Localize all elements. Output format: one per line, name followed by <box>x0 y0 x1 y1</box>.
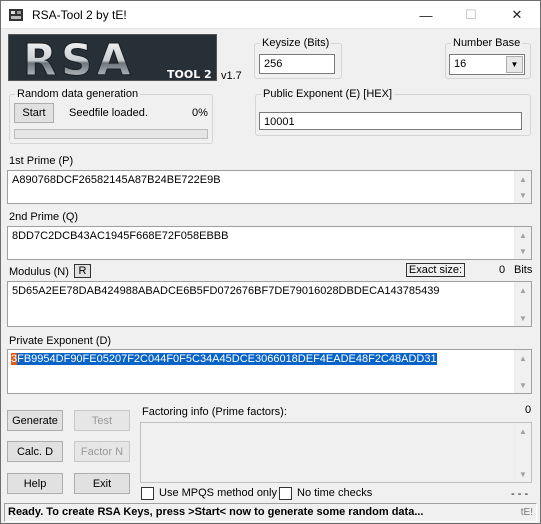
prime-p-scrollbar[interactable]: ▲ ▼ <box>514 171 531 203</box>
modulus-label: Modulus (N) <box>9 266 69 278</box>
svg-text:RSA: RSA <box>23 35 135 81</box>
modulus-r-button[interactable]: R <box>74 264 91 278</box>
private-exponent-label: Private Exponent (D) <box>9 335 112 347</box>
calc-d-button[interactable]: Calc. D <box>7 441 63 462</box>
scroll-down-icon[interactable]: ▼ <box>515 310 531 326</box>
close-button[interactable]: ✕ <box>494 1 540 29</box>
factoring-label: Factoring info (Prime factors): <box>142 406 287 418</box>
random-data-label: Random data generation <box>15 87 141 101</box>
title-bar: RSA-Tool 2 by tE! — ☐ ✕ <box>1 1 540 29</box>
status-signature: tE! <box>520 507 533 518</box>
random-progress-bar <box>14 129 208 139</box>
number-base-value: 16 <box>454 58 467 70</box>
scroll-up-icon[interactable]: ▲ <box>515 171 531 187</box>
random-percent: 0% <box>192 107 208 119</box>
scroll-down-icon[interactable]: ▼ <box>515 243 531 259</box>
no-time-checks-checkbox[interactable] <box>279 487 292 500</box>
scroll-up-icon[interactable]: ▲ <box>515 282 531 298</box>
exact-size-label: Exact size: <box>406 263 465 277</box>
maximize-button[interactable]: ☐ <box>448 1 494 29</box>
prime-q-value: 8DD7C2DCB43AC1945F668E72F058EBBB <box>12 230 229 242</box>
minimize-button[interactable]: — <box>403 1 449 29</box>
modulus-value: 5D65A2EE78DAB424988ABADCE6B5FD072676BF7D… <box>12 285 440 297</box>
prime-q-field[interactable]: 8DD7C2DCB43AC1945F668E72F058EBBB ▲ ▼ <box>7 226 532 260</box>
number-base-select[interactable]: 16 ▼ <box>449 54 525 75</box>
factoring-output[interactable]: ▲ ▼ <box>140 422 532 483</box>
window-title: RSA-Tool 2 by tE! <box>32 8 127 22</box>
rsa-logo-graphic: RSA TOOL 2 <box>9 35 216 81</box>
status-text: Ready. To create RSA Keys, press >Start<… <box>8 506 424 518</box>
prime-q-scrollbar[interactable]: ▲ ▼ <box>514 227 531 259</box>
scroll-down-icon[interactable]: ▼ <box>515 466 531 482</box>
prime-p-value: A890768DCF26582145A87B24BE722E9B <box>12 174 221 186</box>
test-button[interactable]: Test <box>74 410 130 431</box>
public-exponent-input[interactable]: 10001 <box>259 112 522 130</box>
prime-p-field[interactable]: A890768DCF26582145A87B24BE722E9B ▲ ▼ <box>7 170 532 204</box>
modulus-scrollbar[interactable]: ▲ ▼ <box>514 282 531 326</box>
factor-n-button[interactable]: Factor N <box>74 441 130 462</box>
prime-q-label: 2nd Prime (Q) <box>9 211 79 223</box>
number-base-label: Number Base <box>451 36 523 50</box>
private-exponent-field[interactable]: 3FB9954DF90FE05207F2C044F0F5C34A45DCE306… <box>7 349 532 394</box>
scroll-down-icon[interactable]: ▼ <box>515 187 531 203</box>
bits-label: Bits <box>514 264 533 276</box>
svg-text:TOOL 2: TOOL 2 <box>167 68 212 81</box>
private-exponent-rest: FB9954DF90FE05207F2C044F0F5C34A45DCE3066… <box>17 353 437 365</box>
keysize-input[interactable]: 256 <box>259 54 335 74</box>
private-exponent-scrollbar[interactable]: ▲ ▼ <box>514 350 531 393</box>
start-button[interactable]: Start <box>14 103 54 123</box>
help-button[interactable]: Help <box>7 473 63 494</box>
version-label: v1.7 <box>221 70 242 82</box>
app-icon <box>9 9 23 21</box>
prime-p-label: 1st Prime (P) <box>9 155 74 167</box>
scroll-up-icon[interactable]: ▲ <box>515 350 531 366</box>
keysize-label: Keysize (Bits) <box>260 36 332 50</box>
seedfile-status: Seedfile loaded. <box>69 107 148 119</box>
dashes-indicator: - - - <box>511 488 529 500</box>
scroll-up-icon[interactable]: ▲ <box>515 227 531 243</box>
rsa-tool-window: RSA-Tool 2 by tE! — ☐ ✕ RSA TOOL 2 v1.7 … <box>0 0 541 524</box>
scroll-down-icon[interactable]: ▼ <box>515 377 531 393</box>
private-exponent-value: 3FB9954DF90FE05207F2C044F0F5C34A45DCE306… <box>11 353 437 365</box>
scroll-up-icon[interactable]: ▲ <box>515 423 531 439</box>
exit-button[interactable]: Exit <box>74 473 130 494</box>
status-bar: Ready. To create RSA Keys, press >Start<… <box>4 503 537 522</box>
use-mpqs-label: Use MPQS method only <box>159 487 277 499</box>
exact-size-value: 0 <box>499 264 506 276</box>
chevron-down-icon[interactable]: ▼ <box>506 56 523 73</box>
rsa-logo: RSA TOOL 2 <box>8 34 217 81</box>
factoring-count: 0 <box>525 404 532 416</box>
factoring-scrollbar[interactable]: ▲ ▼ <box>514 423 531 482</box>
public-exponent-label: Public Exponent (E) [HEX] <box>261 87 395 101</box>
generate-button[interactable]: Generate <box>7 410 63 431</box>
use-mpqs-checkbox[interactable] <box>141 487 154 500</box>
no-time-checks-label: No time checks <box>297 487 373 499</box>
modulus-field[interactable]: 5D65A2EE78DAB424988ABADCE6B5FD072676BF7D… <box>7 281 532 327</box>
